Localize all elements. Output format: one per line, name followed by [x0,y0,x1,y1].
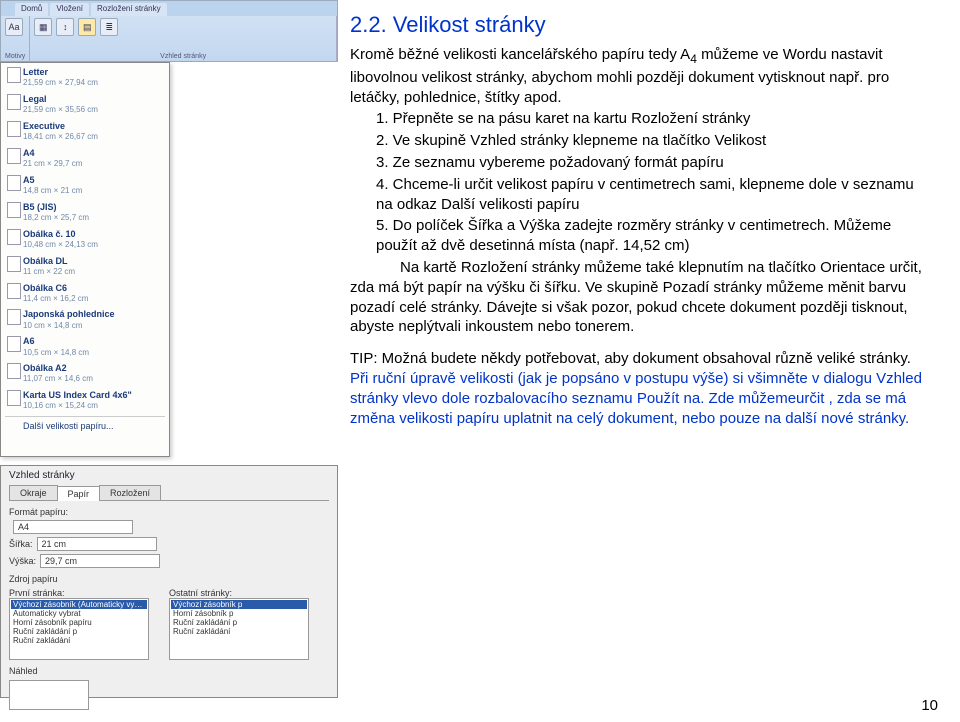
themes-icon[interactable]: Aa [5,18,23,36]
ribbon-tab[interactable]: Domů [15,3,48,16]
page-number: 10 [921,697,938,714]
size-option[interactable]: Obálka A211,07 cm × 14,6 cm [5,362,165,385]
more-sizes-link[interactable]: Další velikosti papíru... [5,416,165,432]
intro-paragraph: Kromě běžné velikosti kancelářského papí… [350,45,930,107]
size-option[interactable]: A610,5 cm × 14,8 cm [5,335,165,358]
size-icon[interactable]: ▤ [78,18,96,36]
source-label: Zdroj papíru [9,574,58,584]
format-select[interactable]: A4 [13,520,133,534]
margins-icon[interactable]: ▦ [34,18,52,36]
preview-box [9,680,89,710]
size-option[interactable]: B5 (JIS)18,2 cm × 25,7 cm [5,201,165,224]
columns-icon[interactable]: ≣ [100,18,118,36]
step-4: 4. Chceme-li určit velikost papíru v cen… [350,175,930,215]
dialog-tab-layout[interactable]: Rozložení [99,485,161,500]
ribbon-tab[interactable]: Rozložení stránky [91,3,167,16]
size-option[interactable]: Obálka č. 1010,48 cm × 24,13 cm [5,228,165,251]
group-label: Vzhled stránky [34,53,332,60]
tip-paragraph: TIP: Možná budete někdy potřebovat, aby … [350,349,930,428]
first-page-label: První stránka: [9,588,149,598]
dialog-title: Vzhled stránky [9,470,329,481]
other-pages-list[interactable]: Výchozí zásobník p Horní zásobník p Ručn… [169,598,309,660]
first-page-list[interactable]: Výchozí zásobník (Automaticky vybrat) Au… [9,598,149,660]
size-option[interactable]: Legal21,59 cm × 35,56 cm [5,93,165,116]
size-option[interactable]: Executive18,41 cm × 26,67 cm [5,120,165,143]
height-label: Výška: [9,556,36,566]
size-option[interactable]: A514,8 cm × 21 cm [5,174,165,197]
size-option[interactable]: Japonská pohlednice10 cm × 14,8 cm [5,308,165,331]
group-label: Motivy [5,53,25,60]
orientation-icon[interactable]: ↕ [56,18,74,36]
size-option[interactable]: Obálka C611,4 cm × 16,2 cm [5,282,165,305]
paragraph-2: Na kartě Rozložení stránky můžeme také k… [350,258,930,337]
preview-label: Náhled [9,666,38,676]
width-input[interactable]: 21 cm [37,537,157,551]
size-option[interactable]: Karta US Index Card 4x6"10,16 cm × 15,24… [5,389,165,412]
ribbon-screenshot: Domů Vložení Rozložení stránky Aa Motivy… [0,0,338,62]
step-5: 5. Do políček Šířka a Výška zadejte rozm… [350,216,930,256]
step-2: 2. Ve skupině Vzhled stránky klepneme na… [350,131,930,151]
size-option[interactable]: Obálka DL11 cm × 22 cm [5,255,165,278]
section-heading: 2.2. Velikost stránky [350,10,930,39]
ribbon-tab[interactable]: Vložení [50,3,89,16]
dialog-tab-paper[interactable]: Papír [57,486,101,501]
page-setup-dialog: Vzhled stránky Okraje Papír Rozložení Fo… [0,465,338,698]
size-option[interactable]: A421 cm × 29,7 cm [5,147,165,170]
height-input[interactable]: 29,7 cm [40,554,160,568]
step-3: 3. Ze seznamu vybereme požadovaný formát… [350,153,930,173]
format-label: Formát papíru: [9,507,68,517]
size-dropdown: Letter21,59 cm × 27,94 cm Legal21,59 cm … [0,62,170,457]
dialog-tab-margins[interactable]: Okraje [9,485,58,500]
step-1: 1. Přepněte se na pásu karet na kartu Ro… [350,109,930,129]
other-pages-label: Ostatní stránky: [169,588,309,598]
width-label: Šířka: [9,539,33,549]
size-option[interactable]: Letter21,59 cm × 27,94 cm [5,66,165,89]
